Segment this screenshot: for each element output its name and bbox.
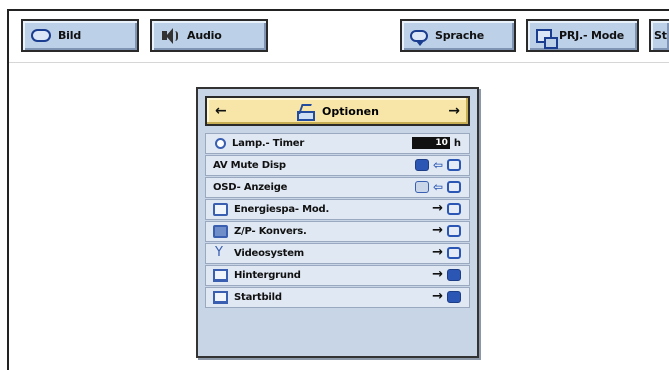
- enter-arrow-icon: →: [432, 244, 443, 260]
- menu-item-energiespar-mod[interactable]: Energiespa- Mod. →: [205, 198, 470, 221]
- menu-item-label: Startbild: [234, 292, 282, 304]
- enter-arrow-icon: →: [432, 222, 443, 238]
- tab-label: Audio: [187, 29, 222, 42]
- toggle-arrows-icon: ⇦: [432, 179, 443, 194]
- enter-arrow-icon: →: [432, 200, 443, 216]
- toggle-off-icon: [447, 180, 461, 193]
- menu-item-label: Energiespa- Mod.: [234, 204, 330, 216]
- osd-toggle[interactable]: ⇦: [414, 179, 461, 194]
- toggle-arrows-icon: ⇦: [432, 157, 443, 172]
- background-icon: [213, 269, 228, 283]
- background-status-icon: [447, 268, 461, 281]
- menu-item-label: Z/P- Konvers.: [234, 226, 307, 238]
- menu-item-label: AV Mute Disp: [213, 160, 286, 172]
- videosystem-status-icon: [447, 246, 461, 259]
- options-menu: ← Optionen → Lamp.- Timer 10 h AV Mute D…: [196, 87, 479, 358]
- antenna-icon: [213, 245, 228, 260]
- submenu-entry: →: [432, 266, 461, 282]
- menu-item-videosystem[interactable]: Videosystem →: [205, 242, 470, 265]
- prev-menu-arrow-icon[interactable]: ←: [215, 103, 227, 119]
- submenu-entry: →: [432, 222, 461, 238]
- menu-item-lamp-timer[interactable]: Lamp.- Timer 10 h: [205, 133, 470, 155]
- menu-item-label: OSD- Anzeige: [213, 182, 288, 194]
- tab-audio[interactable]: Audio: [150, 19, 268, 52]
- power-save-status-icon: [447, 202, 461, 215]
- tab-label: PRJ.- Mode: [559, 29, 625, 42]
- tabbar-divider: [9, 62, 669, 63]
- lamp-sun-icon: [215, 138, 226, 150]
- enter-arrow-icon: →: [432, 288, 443, 304]
- menu-title: Optionen: [322, 104, 379, 118]
- submenu-entry: →: [432, 244, 461, 260]
- av-mute-toggle[interactable]: ⇦: [414, 157, 461, 172]
- projector-monitor-icon: [536, 28, 558, 49]
- tab-label: Bild: [58, 29, 81, 42]
- menu-item-label: Videosystem: [234, 248, 305, 260]
- next-menu-arrow-icon[interactable]: →: [448, 103, 460, 119]
- toggle-on-icon: [414, 180, 429, 193]
- conversion-status-icon: [447, 224, 461, 237]
- menu-item-label: Hintergrund: [234, 270, 301, 282]
- menu-item-label: Lamp.- Timer: [232, 138, 305, 150]
- picture-oval-icon: [31, 29, 51, 42]
- menu-item-osd-anzeige[interactable]: OSD- Anzeige ⇦: [205, 176, 470, 199]
- tab-prj-mode[interactable]: PRJ.- Mode: [526, 19, 639, 52]
- menu-item-hintergrund[interactable]: Hintergrund →: [205, 264, 470, 287]
- tab-st[interactable]: St: [649, 19, 669, 52]
- menu-item-av-mute-disp[interactable]: AV Mute Disp ⇦: [205, 154, 470, 177]
- menu-item-startbild[interactable]: Startbild →: [205, 286, 470, 309]
- enter-arrow-icon: →: [432, 266, 443, 282]
- startup-image-icon: [213, 291, 228, 305]
- conversion-icon: [213, 225, 228, 239]
- startup-image-status-icon: [447, 290, 461, 303]
- menu-list: Lamp.- Timer 10 h AV Mute Disp ⇦ OSD- An…: [205, 133, 470, 309]
- toggle-on-icon: [414, 158, 429, 171]
- toggle-off-icon: [447, 158, 461, 171]
- lamp-timer-readout: 10 h: [411, 137, 461, 149]
- tab-bild[interactable]: Bild: [21, 19, 139, 52]
- lamp-hours-value: 10: [411, 137, 450, 149]
- menu-header: ← Optionen →: [205, 96, 470, 126]
- tab-label: St: [654, 29, 667, 42]
- menu-item-zp-konvers[interactable]: Z/P- Konvers. →: [205, 220, 470, 243]
- submenu-entry: →: [432, 200, 461, 216]
- options-icon: [296, 104, 316, 121]
- lamp-hours-unit: h: [453, 137, 461, 149]
- tab-sprache[interactable]: Sprache: [400, 19, 516, 52]
- submenu-entry: →: [432, 288, 461, 304]
- speech-bubble-icon: [410, 29, 428, 46]
- speaker-icon: [160, 27, 180, 44]
- power-save-icon: [213, 203, 228, 217]
- tab-label: Sprache: [435, 29, 485, 42]
